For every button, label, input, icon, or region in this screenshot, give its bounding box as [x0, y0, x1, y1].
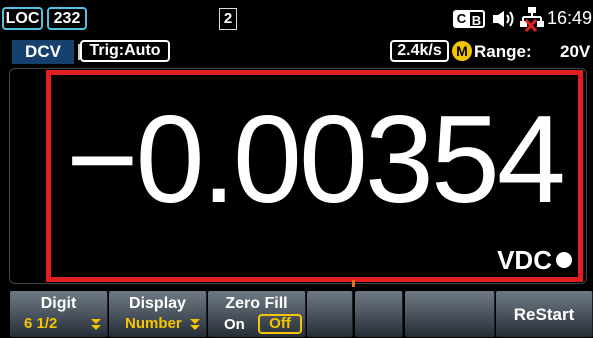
- lan-disconnected-icon: [520, 7, 544, 32]
- dropdown-arrow-icon: [91, 319, 101, 330]
- status-dot-icon: [556, 252, 572, 268]
- measurement-reading: −0.00354: [66, 91, 566, 229]
- function-tab[interactable]: DCV: [12, 40, 80, 64]
- softkey-display[interactable]: Display Number: [109, 291, 207, 337]
- softkey-bar: Digit 6 1/2 Display Number Zero Fill On …: [0, 287, 593, 338]
- dropdown-arrow-icon: [190, 319, 200, 330]
- softkey-zero-fill-title: Zero Fill: [225, 295, 288, 312]
- beep-icon: [493, 11, 514, 27]
- ce-b-label: B: [470, 10, 485, 28]
- clock: 16:49:22: [547, 8, 593, 28]
- zero-fill-on-option: On: [224, 316, 245, 333]
- math-badge: M: [452, 41, 472, 61]
- trigger-mode: Trig:Auto: [80, 40, 170, 62]
- softkey-digit[interactable]: Digit 6 1/2: [10, 291, 108, 337]
- softkey-digit-title: Digit: [40, 295, 77, 312]
- zero-fill-off-option: Off: [258, 314, 302, 334]
- memory-slot-indicator: 2: [219, 8, 237, 30]
- ce-indicator: C B: [453, 10, 487, 28]
- softkey-empty-6[interactable]: [405, 291, 495, 337]
- range-label: Range:: [474, 42, 532, 61]
- softkey-restart[interactable]: ReStart: [496, 291, 593, 337]
- softkey-empty-4[interactable]: [307, 291, 353, 337]
- softkey-empty-5[interactable]: [355, 291, 403, 337]
- remote-status-tag: LOC: [2, 7, 43, 30]
- status-bar: LOC 232 2 C B 16:49:22: [0, 0, 593, 36]
- interface-tag: 232: [47, 7, 87, 30]
- sample-rate: 2.4k/s: [390, 40, 449, 62]
- softkey-zero-fill[interactable]: Zero Fill On Off: [208, 291, 306, 337]
- measurement-unit: VDC: [497, 245, 552, 275]
- measurement-frame: −0.00354 VDC: [46, 70, 583, 282]
- ce-c-label: C: [453, 10, 470, 28]
- softkey-restart-label: ReStart: [513, 305, 575, 324]
- range-value: 20V: [560, 42, 591, 61]
- info-bar: DCV Trig:Auto 2.4k/s M Range: 20V: [0, 36, 593, 66]
- softkey-display-title: Display: [129, 295, 186, 312]
